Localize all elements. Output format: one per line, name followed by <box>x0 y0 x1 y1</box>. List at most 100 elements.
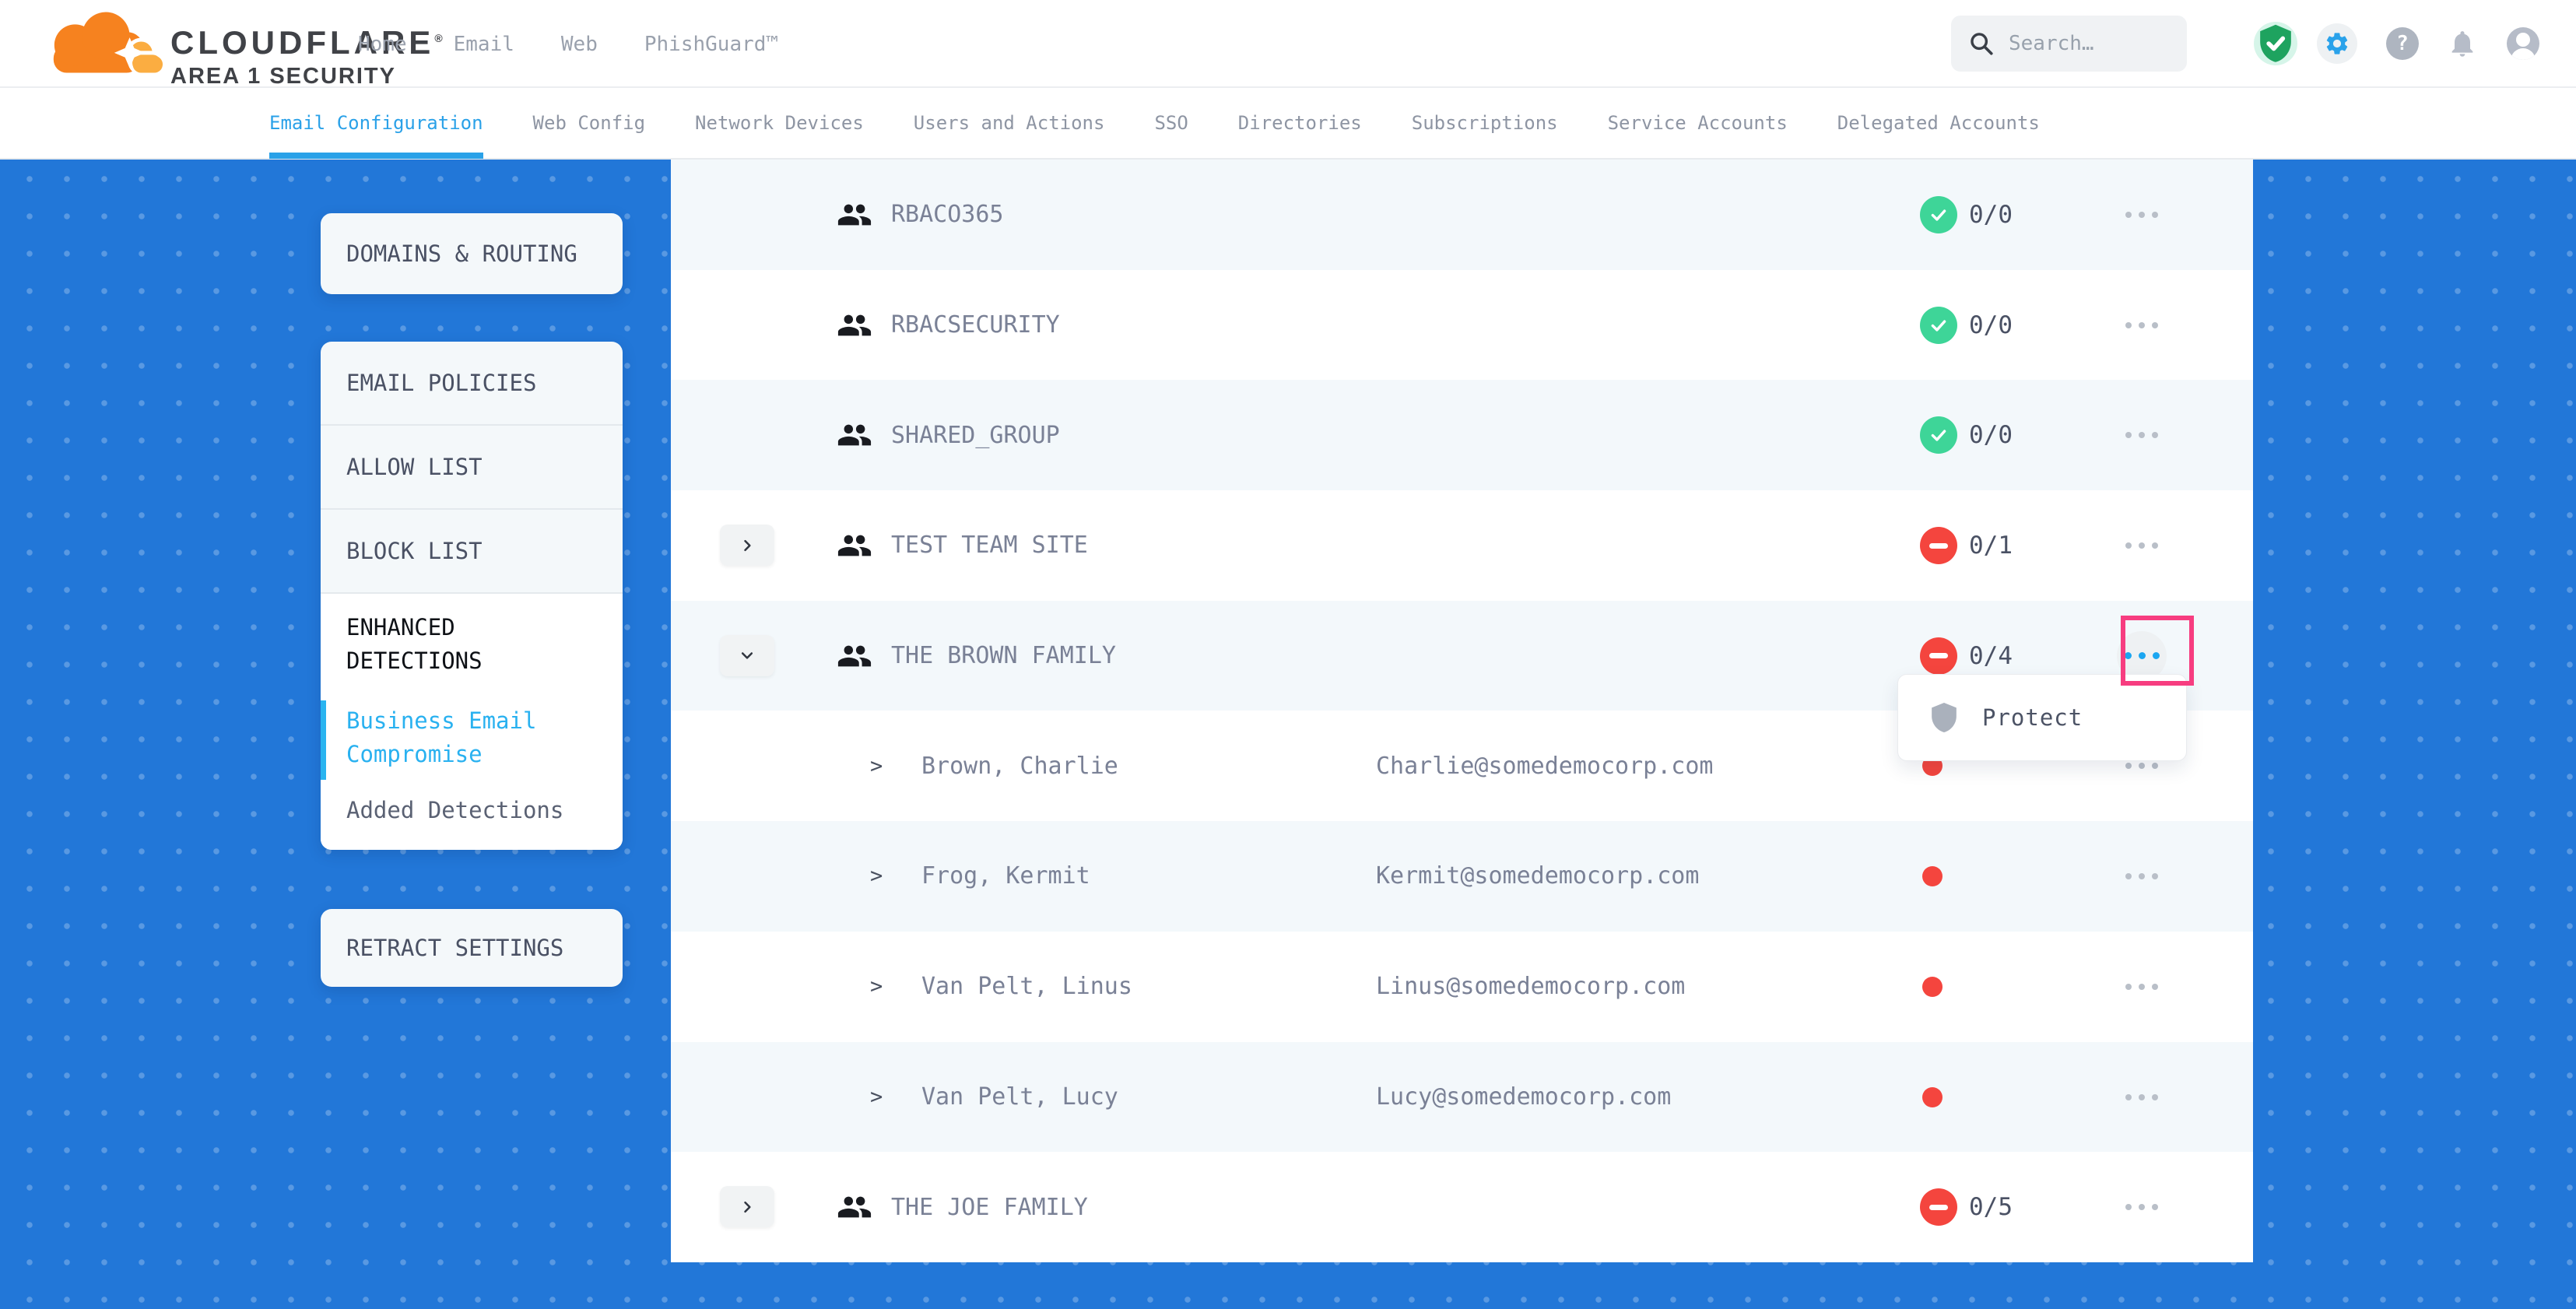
collapse-button[interactable] <box>720 635 774 676</box>
minus-icon <box>1929 653 1948 658</box>
member-caret-icon[interactable]: > <box>870 711 883 821</box>
help-button[interactable]: ? <box>2386 27 2419 60</box>
bell-icon <box>2447 28 2478 59</box>
check-icon <box>1928 205 1949 225</box>
group-name: TEST TEAM SITE <box>891 490 1088 601</box>
member-caret-icon[interactable]: > <box>870 821 883 932</box>
tab-subscriptions[interactable]: Subscriptions <box>1412 87 1558 159</box>
settings-button[interactable] <box>2317 23 2357 64</box>
group-name: RBACO365 <box>891 160 1004 270</box>
protected-count: 0/5 <box>1969 1152 2013 1262</box>
tab-email-configuration[interactable]: Email Configuration <box>269 87 483 159</box>
context-menu: Protect <box>1897 674 2187 761</box>
status-blocked-dot <box>1922 866 1943 886</box>
shield-check-icon <box>2254 22 2297 65</box>
primary-nav-phishguard[interactable]: PhishGuard™ <box>644 33 778 56</box>
member-name: Van Pelt, Linus <box>921 932 1132 1042</box>
chevron-right-icon <box>739 1199 755 1215</box>
table-row-member: > Van Pelt, Linus Linus@somedemocorp.com <box>671 932 2253 1042</box>
group-icon <box>837 1189 872 1225</box>
group-icon <box>837 197 872 233</box>
member-name: Brown, Charlie <box>921 711 1118 821</box>
row-menu-button[interactable] <box>2117 1072 2167 1122</box>
tab-service-accounts[interactable]: Service Accounts <box>1608 87 1788 159</box>
enhanced-detections-section: ENHANCEDDETECTIONS Business EmailComprom… <box>321 594 623 850</box>
search-placeholder: Search… <box>2009 32 2094 55</box>
member-caret-icon[interactable]: > <box>870 1042 883 1153</box>
tab-network-devices[interactable]: Network Devices <box>695 87 864 159</box>
sidebar-item-allow-list[interactable]: ALLOW LIST <box>321 426 623 510</box>
chevron-down-icon <box>739 647 755 663</box>
status-ok-badge <box>1920 307 1957 344</box>
row-menu-button[interactable] <box>2117 300 2167 350</box>
question-mark: ? <box>2396 32 2409 55</box>
protected-count: 0/1 <box>1969 490 2013 601</box>
row-menu-button[interactable] <box>2117 962 2167 1012</box>
protection-status-icon[interactable] <box>2254 22 2297 65</box>
sidebar-label: DOMAINS & ROUTING <box>346 240 577 267</box>
member-name: Van Pelt, Lucy <box>921 1042 1118 1153</box>
primary-nav-email[interactable]: Email <box>454 33 514 56</box>
expand-button[interactable] <box>720 1186 774 1227</box>
expand-button[interactable] <box>720 525 774 566</box>
table-row-group: RBACSECURITY 0/0 <box>671 270 2253 381</box>
status-blocked-badge <box>1920 527 1957 564</box>
shield-icon <box>1929 701 1959 734</box>
minus-icon <box>1929 1205 1948 1210</box>
table-row-group: RBACO3650/0 <box>671 160 2253 270</box>
tab-users-and-actions[interactable]: Users and Actions <box>914 87 1105 159</box>
group-icon <box>837 638 872 674</box>
member-email: Linus@somedemocorp.com <box>1376 932 1685 1042</box>
top-header: CLOUDFLARE® AREA 1 SECURITY HomeEmailWeb… <box>0 0 2576 88</box>
annotation-highlight <box>2121 616 2194 686</box>
sidebar-item-block-list[interactable]: BLOCK LIST <box>321 510 623 594</box>
primary-nav-home[interactable]: Home <box>358 33 407 56</box>
account-button[interactable] <box>2507 27 2539 60</box>
sidebar-item-enhanced-detections[interactable]: ENHANCEDDETECTIONS <box>346 611 599 678</box>
table-row-group: THE JOE FAMILY 0/5 <box>671 1152 2253 1262</box>
member-caret-icon[interactable]: > <box>870 932 883 1042</box>
member-email: Kermit@somedemocorp.com <box>1376 821 1699 932</box>
member-name: Frog, Kermit <box>921 821 1090 932</box>
row-menu-button[interactable] <box>2117 851 2167 901</box>
table-row-group: SHARED_GROUP0/0 <box>671 380 2253 490</box>
check-icon <box>1928 425 1949 445</box>
search-input[interactable]: Search… <box>1951 16 2187 72</box>
table-row-member: > Van Pelt, Lucy Lucy@somedemocorp.com <box>671 1042 2253 1153</box>
sidebar-item-retract-settings[interactable]: RETRACT SETTINGS <box>321 909 623 987</box>
account-icon <box>2516 33 2530 47</box>
group-name: THE JOE FAMILY <box>891 1152 1088 1262</box>
chevron-right-icon <box>739 538 755 553</box>
status-blocked-badge <box>1920 637 1957 675</box>
search-icon <box>1968 30 1995 57</box>
group-name: SHARED_GROUP <box>891 380 1060 490</box>
row-menu-button[interactable] <box>2117 410 2167 460</box>
row-menu-button[interactable] <box>2117 521 2167 570</box>
member-email: Lucy@somedemocorp.com <box>1376 1042 1671 1153</box>
notifications-button[interactable] <box>2445 26 2479 61</box>
sidebar-policies-card: EMAIL POLICIESALLOW LISTBLOCK LIST ENHAN… <box>321 342 623 850</box>
row-menu-button[interactable] <box>2117 1182 2167 1232</box>
section-tabs: Email Configuration Web Config Network Dev… <box>0 88 2576 160</box>
row-menu-button[interactable] <box>2117 190 2167 240</box>
tab-sso[interactable]: SSO <box>1154 87 1188 159</box>
group-icon <box>837 528 872 563</box>
protect-menu-item[interactable]: Protect <box>1982 704 2083 731</box>
active-item-indicator <box>321 700 326 780</box>
tab-delegated-accounts[interactable]: Delegated Accounts <box>1837 87 2040 159</box>
cloudflare-cloud-icon <box>43 5 166 82</box>
sidebar-item-added-detections[interactable]: Added Detections <box>346 797 599 823</box>
sidebar-item-business-email-compromise[interactable]: Business EmailCompromise <box>346 704 599 771</box>
group-name: THE BROWN FAMILY <box>891 601 1116 711</box>
tab-web-config[interactable]: Web Config <box>533 87 646 159</box>
primary-nav: Home Email Web PhishGuard™ <box>358 0 778 88</box>
tab-directories[interactable]: Directories <box>1238 87 1362 159</box>
primary-nav-web[interactable]: Web <box>561 33 598 56</box>
sidebar-item-domains-routing[interactable]: DOMAINS & ROUTING <box>321 213 623 294</box>
status-ok-badge <box>1920 416 1957 454</box>
protected-count: 0/0 <box>1969 270 2013 381</box>
member-email: Charlie@somedemocorp.com <box>1376 711 1713 821</box>
status-blocked-dot <box>1922 977 1943 997</box>
group-name: RBACSECURITY <box>891 270 1060 381</box>
sidebar-item-email-policies[interactable]: EMAIL POLICIES <box>321 342 623 426</box>
